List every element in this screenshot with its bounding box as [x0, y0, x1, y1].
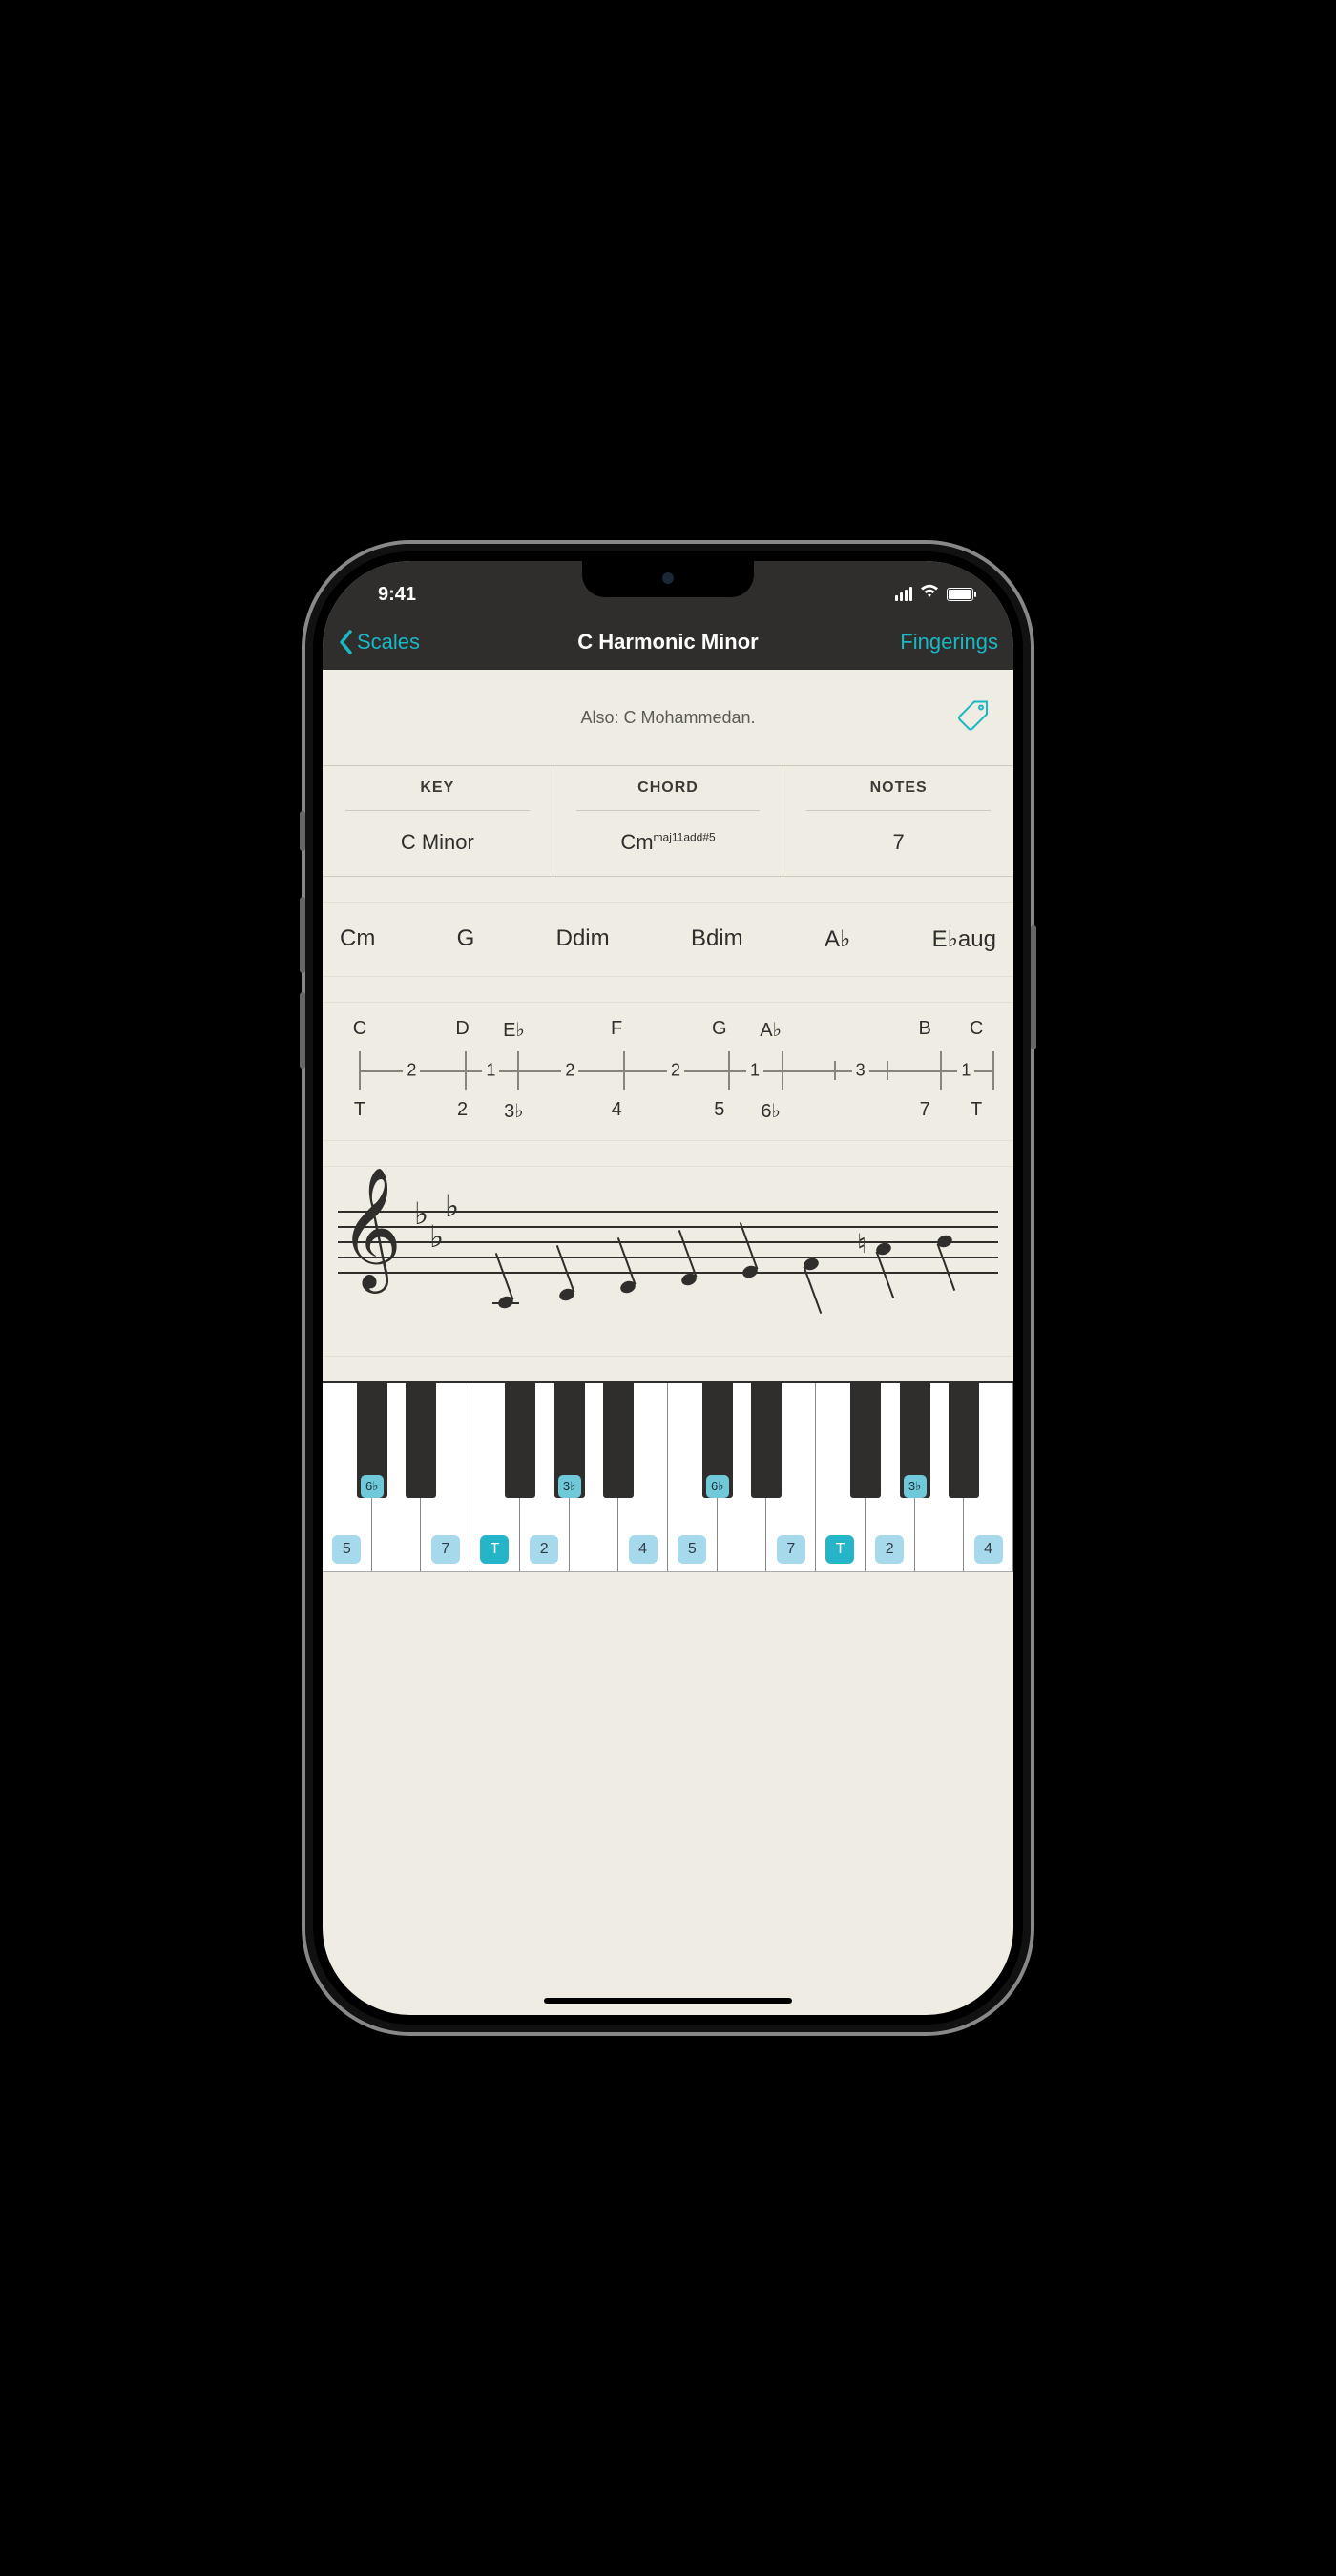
- chord-chip[interactable]: Ddim: [556, 925, 610, 953]
- key-degree-label: 5: [332, 1535, 361, 1564]
- home-indicator[interactable]: [544, 1998, 792, 2004]
- chord-chip[interactable]: E♭aug: [932, 925, 996, 953]
- header-key: KEY: [345, 766, 530, 811]
- screen: 9:41 Scales C Harmonic Minor Fingerings …: [323, 561, 1013, 2015]
- cellular-icon: [895, 587, 912, 601]
- wifi-icon: [920, 584, 939, 604]
- key-degree-label: 7: [777, 1535, 805, 1564]
- fingerings-button[interactable]: Fingerings: [900, 630, 998, 654]
- black-key[interactable]: 3♭: [900, 1383, 930, 1498]
- piano-keyboard[interactable]: 57T2457T246♭3♭6♭3♭: [323, 1381, 1013, 1572]
- status-time: 9:41: [378, 584, 416, 606]
- key-degree-label: 6♭: [706, 1475, 729, 1498]
- info-table: KEY C Minor CHORD Cmmaj11add#5 NOTES 7: [323, 765, 1013, 877]
- black-key[interactable]: [949, 1383, 979, 1498]
- key-degree-label: 2: [875, 1535, 904, 1564]
- camera-dot: [662, 572, 674, 584]
- mute-switch: [300, 811, 305, 851]
- key-degree-label: 2: [530, 1535, 558, 1564]
- black-key[interactable]: [751, 1383, 782, 1498]
- aka-text: Also: C Mohammedan.: [580, 708, 755, 728]
- note: [557, 1287, 575, 1303]
- black-key[interactable]: [406, 1383, 436, 1498]
- content: Also: C Mohammedan. KEY C Minor CHORD Cm…: [323, 670, 1013, 2015]
- key-sig-flat: ♭: [414, 1195, 428, 1232]
- status-icons: [895, 584, 973, 604]
- key-sig-flat: ♭: [429, 1218, 444, 1255]
- page-title: C Harmonic Minor: [577, 630, 758, 654]
- power-button: [1031, 925, 1036, 1049]
- value-notes: 7: [893, 811, 905, 876]
- interval-diagram: CDE♭FGA♭BC 2122131 T23♭456♭7T: [323, 1002, 1013, 1141]
- nav-bar: Scales C Harmonic Minor Fingerings: [323, 614, 1013, 670]
- key-degree-label: 3♭: [904, 1475, 927, 1498]
- header-notes: NOTES: [806, 766, 991, 811]
- battery-icon: [947, 588, 973, 601]
- col-chord[interactable]: CHORD Cmmaj11add#5: [553, 766, 784, 876]
- treble-clef-icon: 𝄞: [340, 1190, 402, 1266]
- degree-row: T23♭456♭7T: [334, 1099, 1002, 1123]
- black-key[interactable]: 6♭: [702, 1383, 733, 1498]
- chord-chip[interactable]: G: [457, 925, 475, 953]
- key-degree-label: 5: [678, 1535, 706, 1564]
- phone-frame: 9:41 Scales C Harmonic Minor Fingerings …: [305, 544, 1031, 2032]
- key-degree-label: 7: [431, 1535, 460, 1564]
- black-key[interactable]: 6♭: [357, 1383, 387, 1498]
- header-chord: CHORD: [576, 766, 761, 811]
- related-chords[interactable]: Cm G Ddim Bdim A♭ E♭aug: [323, 902, 1013, 977]
- also-known-as: Also: C Mohammedan.: [323, 670, 1013, 765]
- black-key[interactable]: 3♭: [554, 1383, 585, 1498]
- chord-chip[interactable]: Cm: [340, 925, 375, 953]
- chord-chip[interactable]: A♭: [825, 925, 850, 953]
- tag-button[interactable]: [956, 698, 991, 737]
- key-degree-label: 4: [629, 1535, 658, 1564]
- key-degree-label: 3♭: [558, 1475, 581, 1498]
- key-degree-label: 6♭: [361, 1475, 384, 1498]
- interval-ruler: 2122131: [334, 1042, 1002, 1099]
- black-key[interactable]: [505, 1383, 535, 1498]
- tag-icon: [956, 698, 991, 733]
- back-button[interactable]: Scales: [338, 629, 420, 655]
- chevron-left-icon: [338, 629, 355, 655]
- back-label: Scales: [357, 630, 420, 654]
- music-staff: 𝄞 ♭ ♭ ♭ ♮: [323, 1166, 1013, 1357]
- volume-down: [300, 992, 305, 1069]
- key-sig-flat: ♭: [445, 1188, 459, 1224]
- key-degree-label: T: [825, 1535, 854, 1564]
- note-row: CDE♭FGA♭BC: [334, 1018, 1002, 1042]
- key-degree-label: 4: [974, 1535, 1003, 1564]
- black-key[interactable]: [850, 1383, 881, 1498]
- col-key[interactable]: KEY C Minor: [323, 766, 553, 876]
- value-key: C Minor: [401, 811, 474, 876]
- volume-up: [300, 897, 305, 973]
- key-degree-label: T: [480, 1535, 509, 1564]
- value-chord: Cmmaj11add#5: [620, 811, 715, 876]
- col-notes[interactable]: NOTES 7: [783, 766, 1013, 876]
- black-key[interactable]: [603, 1383, 634, 1498]
- chord-chip[interactable]: Bdim: [691, 925, 743, 953]
